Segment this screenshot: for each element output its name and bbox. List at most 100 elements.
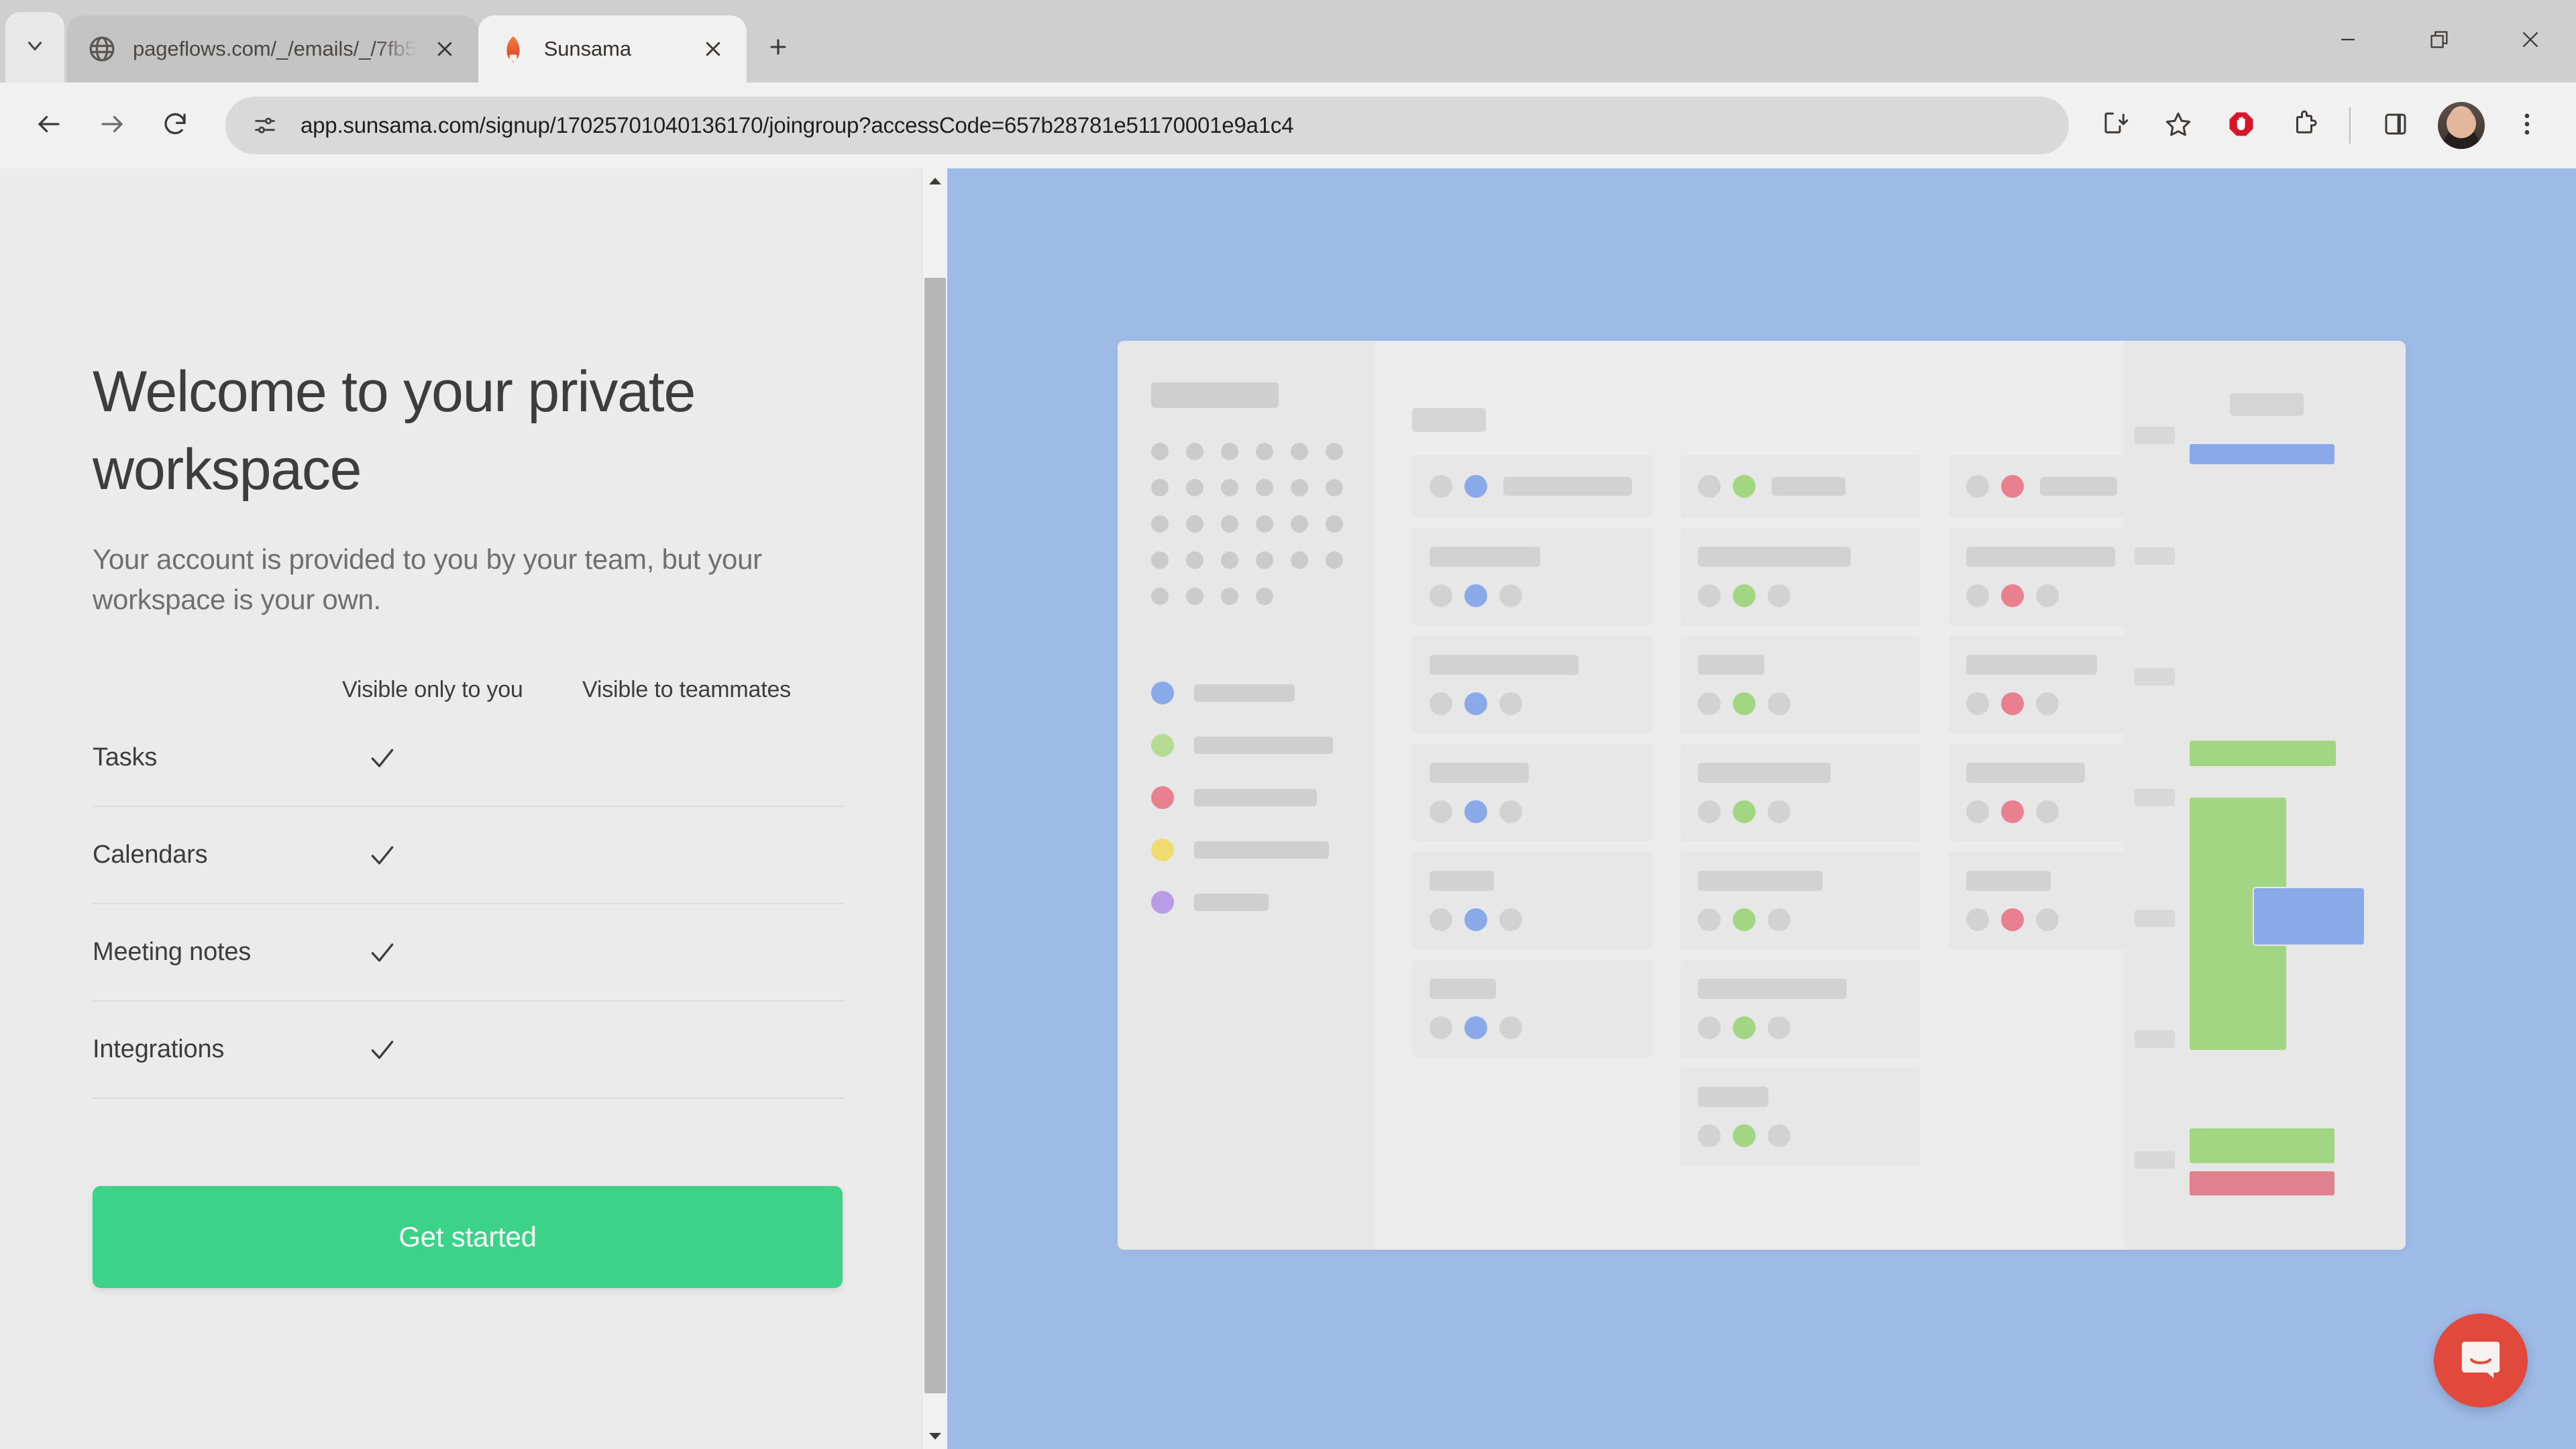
mock-dot <box>1221 443 1238 460</box>
forward-button[interactable] <box>80 94 144 157</box>
checkmark-icon <box>371 749 394 767</box>
mock-title-placeholder <box>1698 763 1831 783</box>
mock-dot <box>1151 479 1169 496</box>
mock-task-card <box>1680 852 1921 950</box>
adblock-extension-button[interactable] <box>2210 94 2273 157</box>
mock-chip <box>2036 908 2059 931</box>
mock-chip <box>1499 800 1522 823</box>
chrome-menu-button[interactable] <box>2496 94 2559 157</box>
scrollbar-thumb[interactable] <box>924 278 946 1393</box>
mock-sidebar <box>1118 341 1375 1250</box>
mock-title-placeholder <box>1430 547 1540 567</box>
minimize-button[interactable] <box>2302 0 2394 83</box>
mock-dot <box>1256 479 1273 496</box>
table-header-row: Visible only to you Visible to teammates <box>93 677 844 710</box>
mock-chip-accent <box>1464 692 1487 715</box>
tab-search-button[interactable] <box>5 12 64 83</box>
mock-chip <box>1499 584 1522 607</box>
mock-chip-row <box>1698 584 1903 607</box>
tab-close-button[interactable] <box>694 30 732 68</box>
mock-chip-row <box>1430 908 1635 931</box>
mock-title-placeholder <box>2040 477 2117 496</box>
star-icon <box>2164 110 2192 142</box>
mock-title-placeholder <box>1966 871 2051 891</box>
chevron-down-icon <box>23 34 46 60</box>
browser-tab-sunsama[interactable]: Sunsama <box>478 15 747 83</box>
mock-chip-accent <box>1733 584 1756 607</box>
mock-chip-accent <box>2001 584 2024 607</box>
mock-chip <box>1698 1124 1721 1147</box>
mock-nav-label-placeholder <box>1194 789 1317 806</box>
mock-chip <box>1966 584 1989 607</box>
side-panel-button[interactable] <box>2364 94 2427 157</box>
column-header-visible-to-teammates: Visible to teammates <box>582 677 791 703</box>
mock-chip <box>1768 800 1790 823</box>
mock-dot <box>1221 588 1238 605</box>
mock-dot <box>1186 515 1203 533</box>
mock-task-card <box>1680 455 1921 518</box>
mock-title-placeholder <box>1430 763 1529 783</box>
page-settings-icon[interactable] <box>250 110 280 141</box>
page-title: Welcome to your private workspace <box>93 360 696 502</box>
mock-chip-accent <box>1733 800 1756 823</box>
bookmark-button[interactable] <box>2147 94 2210 157</box>
feature-label: Tasks <box>93 743 158 772</box>
profile-button[interactable] <box>2438 102 2485 149</box>
mock-dot <box>1291 479 1308 496</box>
mock-dot <box>1186 588 1203 605</box>
scroll-down-button[interactable] <box>922 1424 948 1449</box>
checkmark-icon <box>371 943 394 962</box>
mock-chip <box>1698 1016 1721 1039</box>
mock-task-card <box>1412 528 1652 626</box>
address-bar[interactable]: app.sunsama.com/signup/17025701040136170… <box>225 97 2069 154</box>
mock-chip <box>2036 692 2059 715</box>
back-button[interactable] <box>17 94 80 157</box>
get-started-button[interactable]: Get started <box>93 1186 843 1289</box>
mock-chip-row <box>1698 1016 1903 1039</box>
install-app-button[interactable] <box>2084 94 2147 157</box>
reload-button[interactable] <box>144 94 207 157</box>
mock-chip <box>1430 800 1452 823</box>
restore-button[interactable] <box>2394 0 2485 83</box>
intercom-launcher[interactable] <box>2434 1313 2528 1407</box>
tab-strip: pageflows.com/_/emails/_/7fb5 Sunsama <box>0 0 2576 83</box>
mock-task-card <box>1412 455 1652 518</box>
mock-chip-accent <box>2001 692 2024 715</box>
table-row: Meeting notes <box>93 904 844 1002</box>
mock-chip-accent <box>2001 475 2024 498</box>
mock-chip-row <box>1698 1124 1903 1147</box>
mock-nav-item <box>1151 824 1375 876</box>
tab-close-button[interactable] <box>426 30 464 68</box>
mock-task-card <box>1680 1068 1921 1166</box>
scroll-up-button[interactable] <box>922 168 948 194</box>
mock-task-card <box>1680 960 1921 1058</box>
browser-tab-pageflows[interactable]: pageflows.com/_/emails/_/7fb5 <box>67 15 478 83</box>
mock-time-label-placeholder <box>2135 1151 2175 1169</box>
mock-title-placeholder <box>1772 477 1845 496</box>
mock-time-label-placeholder <box>2135 427 2175 444</box>
mock-task-card <box>1412 744 1652 842</box>
close-icon <box>2519 28 2542 54</box>
mock-chip <box>1430 475 1452 498</box>
mock-chip <box>1966 475 1989 498</box>
new-tab-button[interactable] <box>753 23 803 73</box>
mock-dot <box>1151 588 1169 605</box>
scrollbar-track[interactable] <box>922 194 948 1424</box>
mock-chip-accent <box>1464 908 1487 931</box>
install-icon <box>2101 110 2129 142</box>
mock-title-placeholder <box>1698 655 1764 675</box>
extensions-button[interactable] <box>2273 94 2336 157</box>
mock-chip <box>1430 584 1452 607</box>
mock-chip-accent <box>1733 908 1756 931</box>
window-controls <box>2302 0 2576 83</box>
close-window-button[interactable] <box>2485 0 2576 83</box>
mock-chip <box>1698 584 1721 607</box>
table-row: Calendars <box>93 807 844 905</box>
mock-chip-accent <box>1464 800 1487 823</box>
mock-dot <box>1221 479 1238 496</box>
tab-title: Sunsama <box>543 37 631 60</box>
feature-label: Integrations <box>93 1035 225 1064</box>
mock-chip <box>1966 692 1989 715</box>
panel-scrollbar[interactable] <box>922 168 947 1449</box>
sunsama-rocket-icon <box>498 34 528 64</box>
